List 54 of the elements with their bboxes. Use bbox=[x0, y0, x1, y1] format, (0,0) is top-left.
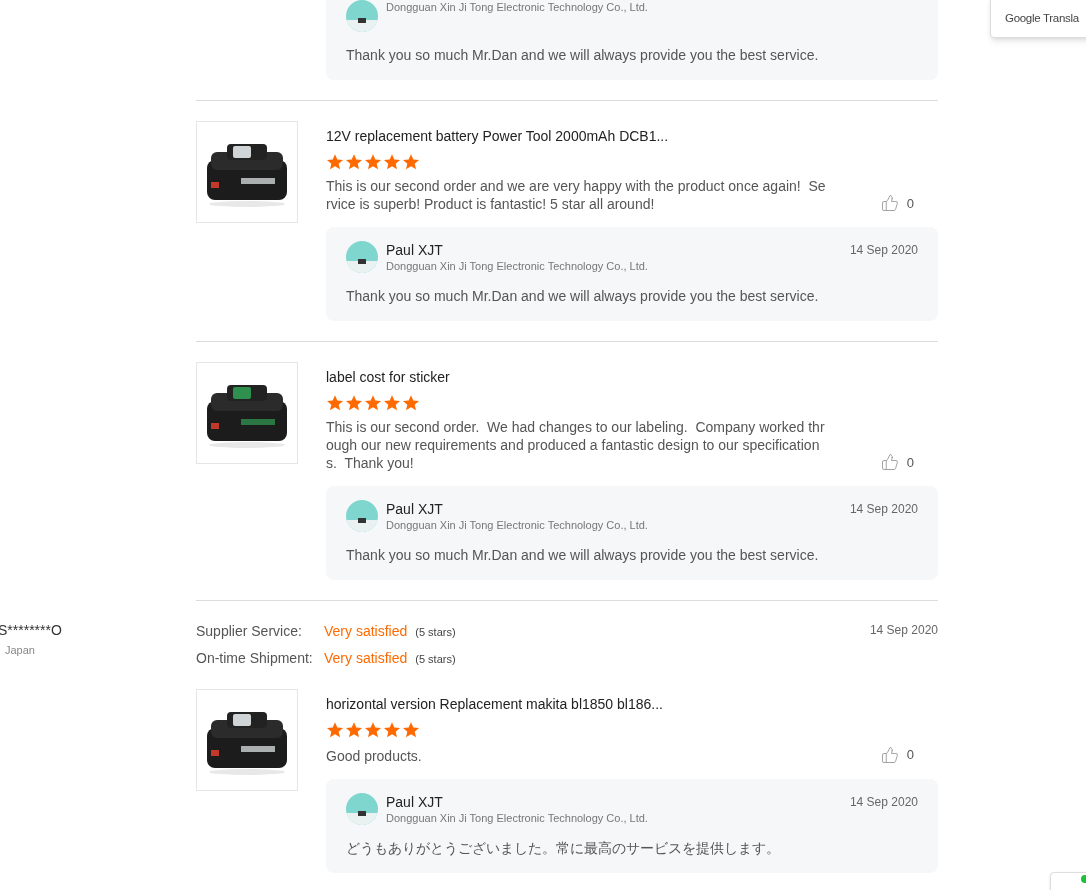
star-icon bbox=[326, 394, 344, 412]
reply-message: Thank you so much Mr.Dan and we will always provide you the best service. bbox=[346, 287, 820, 305]
like-count: 0 bbox=[906, 746, 914, 764]
rating-value: Very satisfied bbox=[324, 649, 408, 668]
reply-date: 14 Sep 2020 bbox=[849, 501, 918, 518]
product-title[interactable]: horizontal version Replacement makita bl1850 bl186... bbox=[326, 695, 938, 713]
replier-name: Paul XJT bbox=[386, 241, 444, 259]
rating-label: On-time Shipment: bbox=[196, 649, 314, 668]
replier-name: Paul XJT bbox=[386, 500, 444, 518]
reviewer-country: Japan bbox=[5, 643, 36, 658]
like-icon[interactable] bbox=[880, 194, 899, 213]
product-title[interactable]: label cost for sticker bbox=[326, 368, 938, 386]
company-name: Dongguan Xin Ji Tong Electronic Technology Co., Ltd. bbox=[386, 259, 649, 273]
reply-date: 14 Sep 2020 bbox=[849, 242, 918, 259]
review-text: Good products. bbox=[326, 746, 423, 765]
company-name: Dongguan Xin Ji Tong Electronic Technology Co., Ltd. bbox=[386, 810, 649, 825]
company-name: Dongguan Xin Ji Tong Electronic Technology Co., Ltd. bbox=[386, 518, 649, 532]
like-count: 0 bbox=[906, 453, 914, 472]
reply-message: Thank you so much Mr.Dan and we will always provide you the best service. bbox=[346, 546, 820, 564]
star-icon bbox=[326, 153, 344, 171]
avatar bbox=[346, 792, 378, 825]
reply-message: Thank you so much Mr.Dan and we will always provide you the best service. bbox=[346, 46, 820, 64]
like-icon[interactable] bbox=[880, 453, 899, 472]
star-icon bbox=[345, 153, 363, 171]
star-icon bbox=[364, 153, 382, 171]
product-title[interactable]: 12V replacement battery Power Tool 2000mAh DCB1... bbox=[326, 127, 938, 145]
star-icon bbox=[383, 153, 401, 171]
review-date: 14 Sep 2020 bbox=[869, 622, 938, 639]
review-text: This is our second order and we are very happy with the product once again! Service is superb! Product is fantastic! 5 star all around! bbox=[326, 177, 827, 213]
star-icon bbox=[383, 721, 401, 739]
replier-name: Paul XJT bbox=[386, 792, 444, 811]
rating-note: (5 stars) bbox=[415, 652, 456, 667]
rating-note: (5 stars) bbox=[415, 625, 456, 640]
star-icon bbox=[402, 153, 420, 171]
avatar bbox=[346, 500, 378, 532]
review-text: This is our second order. We had changes to our labeling. Company worked through our new requirements and produced a fantastic design to our specifications. Thank you! bbox=[326, 418, 826, 472]
reply-date: 14 Sep 2020 bbox=[849, 793, 918, 811]
rating-value: Very satisfied bbox=[324, 622, 408, 641]
star-icon bbox=[345, 721, 363, 739]
star-icon bbox=[345, 394, 363, 412]
star-icon bbox=[364, 721, 382, 739]
star-icon bbox=[402, 721, 420, 739]
rating-label: Supplier Service: bbox=[196, 622, 303, 641]
translate-label: Google Transla bbox=[1005, 11, 1079, 27]
star-icon bbox=[364, 394, 382, 412]
translate-widget[interactable]: Google Transla bbox=[990, 0, 1086, 38]
like-icon[interactable] bbox=[880, 745, 899, 764]
company-name: Dongguan Xin Ji Tong Electronic Technology Co., Ltd. bbox=[386, 0, 649, 14]
like-count: 0 bbox=[906, 194, 914, 213]
star-icon bbox=[383, 394, 401, 412]
reply-message: どうもありがとうございました。常に最高のサービスを提供します。 bbox=[346, 838, 781, 857]
star-icon bbox=[402, 394, 420, 412]
star-icon bbox=[326, 721, 344, 739]
avatar bbox=[346, 241, 378, 273]
